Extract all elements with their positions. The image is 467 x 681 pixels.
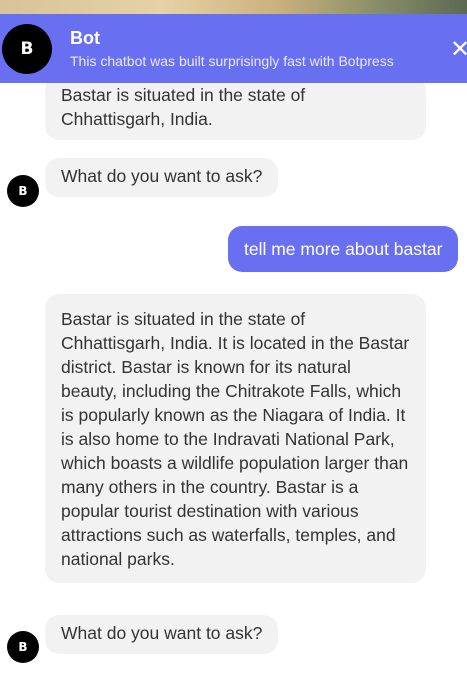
- user-message: tell me more about bastar: [228, 226, 459, 272]
- bot-avatar-small: B: [7, 631, 39, 663]
- bot-message: What do you want to ask?: [45, 158, 279, 197]
- chat-header: B Bot This chatbot was built surprisingl…: [0, 14, 467, 83]
- bot-avatar-small: B: [7, 175, 39, 207]
- header-background-image: [0, 0, 467, 14]
- bot-message: What do you want to ask?: [45, 615, 279, 654]
- bot-description: This chatbot was built surprisingly fast…: [70, 53, 394, 69]
- message-list[interactable]: Bastar is situated in the state of Chhat…: [0, 83, 467, 681]
- bot-message: Bastar is situated in the state of Chhat…: [45, 294, 426, 583]
- bot-avatar: B: [2, 24, 52, 74]
- bot-message: Bastar is situated in the state of Chhat…: [45, 83, 426, 140]
- close-icon[interactable]: ✕: [450, 37, 467, 61]
- bot-name: Bot: [70, 28, 100, 48]
